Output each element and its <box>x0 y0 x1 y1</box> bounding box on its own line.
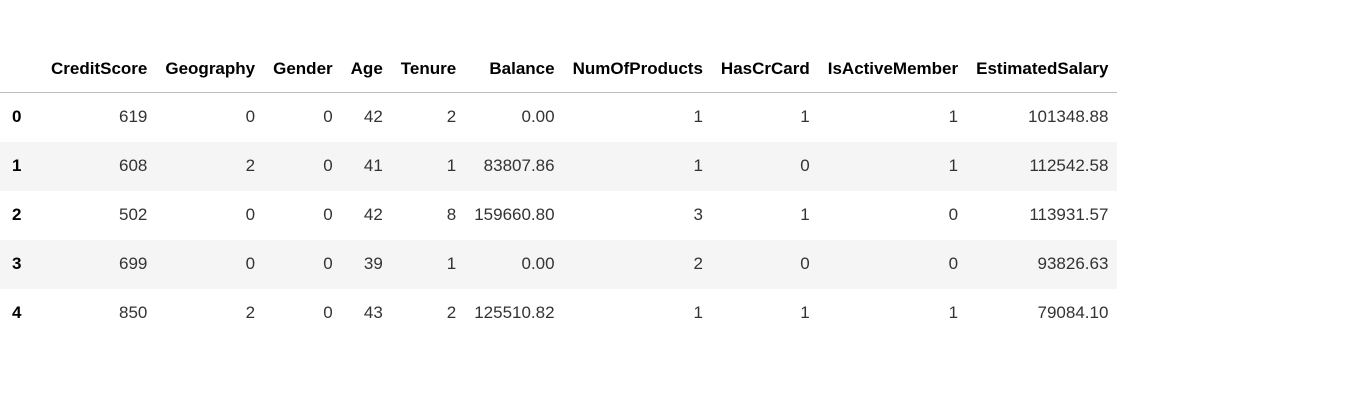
column-header-tenure: Tenure <box>391 45 466 93</box>
cell-hascrcard: 0 <box>800 254 810 273</box>
cell-isactivemember: 0 <box>948 254 959 273</box>
cell-creditscore: 502 <box>119 205 148 224</box>
column-header-isactivemember: IsActiveMember <box>818 45 968 93</box>
table-row: 4 850 2 0 43 2 125510.82 1 1 1 79084.10 <box>0 289 1117 338</box>
cell-geography: 0 <box>245 107 256 127</box>
column-header-numofproducts: NumOfProducts <box>563 45 712 93</box>
cell-geography: 0 <box>245 205 256 224</box>
cell-balance: 125510.82 <box>474 303 555 322</box>
cell-age: 39 <box>363 254 383 273</box>
column-header-age: Age <box>341 45 392 93</box>
table-row: 0 619 0 0 42 2 0.00 1 1 1 101348.88 <box>0 93 1117 142</box>
cell-creditscore: 699 <box>119 254 148 273</box>
cell-age: 42 <box>363 205 383 224</box>
cell-gender: 0 <box>323 107 333 127</box>
cell-estimatedsalary: 79084.10 <box>1037 303 1109 322</box>
cell-tenure: 2 <box>446 303 457 322</box>
row-index: 2 <box>12 205 22 224</box>
header-row: CreditScore Geography Gender Age Tenure … <box>0 45 1118 93</box>
cell-hascrcard: 0 <box>800 156 810 175</box>
row-index: 4 <box>12 303 22 322</box>
cell-isactivemember: 0 <box>948 205 959 224</box>
cell-gender: 0 <box>323 303 333 322</box>
cell-numofproducts: 2 <box>693 254 703 273</box>
cell-geography: 0 <box>245 254 256 273</box>
row-index: 3 <box>12 254 22 273</box>
cell-numofproducts: 1 <box>693 107 703 127</box>
cell-isactivemember: 1 <box>948 107 959 127</box>
row-index: 1 <box>12 156 22 175</box>
cell-creditscore: 608 <box>119 156 148 175</box>
cell-balance: 0.00 <box>521 254 555 273</box>
cell-balance: 0.00 <box>521 107 555 127</box>
cell-estimatedsalary: 93826.63 <box>1037 254 1109 273</box>
column-header-hascrcard: HasCrCard <box>711 45 819 93</box>
cell-geography: 2 <box>245 156 256 175</box>
cell-estimatedsalary: 112542.58 <box>1029 156 1109 175</box>
cell-numofproducts: 3 <box>693 205 703 224</box>
table-body: 0 619 0 0 42 2 0.00 1 1 1 101348.88 1 60… <box>0 93 1118 338</box>
dataframe-table: CreditScore Geography Gender Age Tenure … <box>0 45 1118 338</box>
cell-numofproducts: 1 <box>693 156 703 175</box>
cell-age: 43 <box>363 303 383 322</box>
notebook-output-area: CreditScore Geography Gender Age Tenure … <box>0 0 1366 411</box>
cell-hascrcard: 1 <box>800 107 810 127</box>
cell-isactivemember: 1 <box>948 303 959 322</box>
cell-balance: 159660.80 <box>474 205 555 224</box>
cell-balance: 83807.86 <box>483 156 555 175</box>
table-row: 3 699 0 0 39 1 0.00 2 0 0 93826.63 <box>0 239 1118 289</box>
cell-tenure: 8 <box>446 205 457 224</box>
cell-numofproducts: 1 <box>693 303 703 322</box>
cell-gender: 0 <box>323 156 333 175</box>
table-row: 1 608 2 0 41 1 83807.86 1 0 1 112542.58 <box>0 141 1118 191</box>
table-header: CreditScore Geography Gender Age Tenure … <box>0 45 1118 93</box>
cell-age: 41 <box>363 156 383 175</box>
cell-isactivemember: 1 <box>948 156 959 175</box>
cell-estimatedsalary: 113931.57 <box>1029 205 1109 224</box>
cell-age: 42 <box>363 107 383 127</box>
cell-tenure: 2 <box>446 107 457 127</box>
cell-geography: 2 <box>245 303 256 322</box>
column-header-estimatedsalary: EstimatedSalary <box>967 45 1118 93</box>
cell-gender: 0 <box>323 205 333 224</box>
column-header-geography: Geography <box>156 45 265 93</box>
cell-creditscore: 850 <box>119 303 148 322</box>
cell-tenure: 1 <box>446 254 457 273</box>
column-header-gender: Gender <box>264 45 342 93</box>
cell-hascrcard: 1 <box>800 205 810 224</box>
table-row: 2 502 0 0 42 8 159660.80 3 1 0 113931.57 <box>0 191 1117 240</box>
cell-hascrcard: 1 <box>800 303 810 322</box>
cell-estimatedsalary: 101348.88 <box>1028 107 1109 127</box>
cell-gender: 0 <box>323 254 333 273</box>
row-index: 0 <box>12 107 22 127</box>
cell-tenure: 1 <box>446 156 457 175</box>
cell-creditscore: 619 <box>119 107 148 127</box>
column-header-balance: Balance <box>465 45 564 93</box>
index-header <box>0 45 42 93</box>
column-header-creditscore: CreditScore <box>42 45 157 93</box>
